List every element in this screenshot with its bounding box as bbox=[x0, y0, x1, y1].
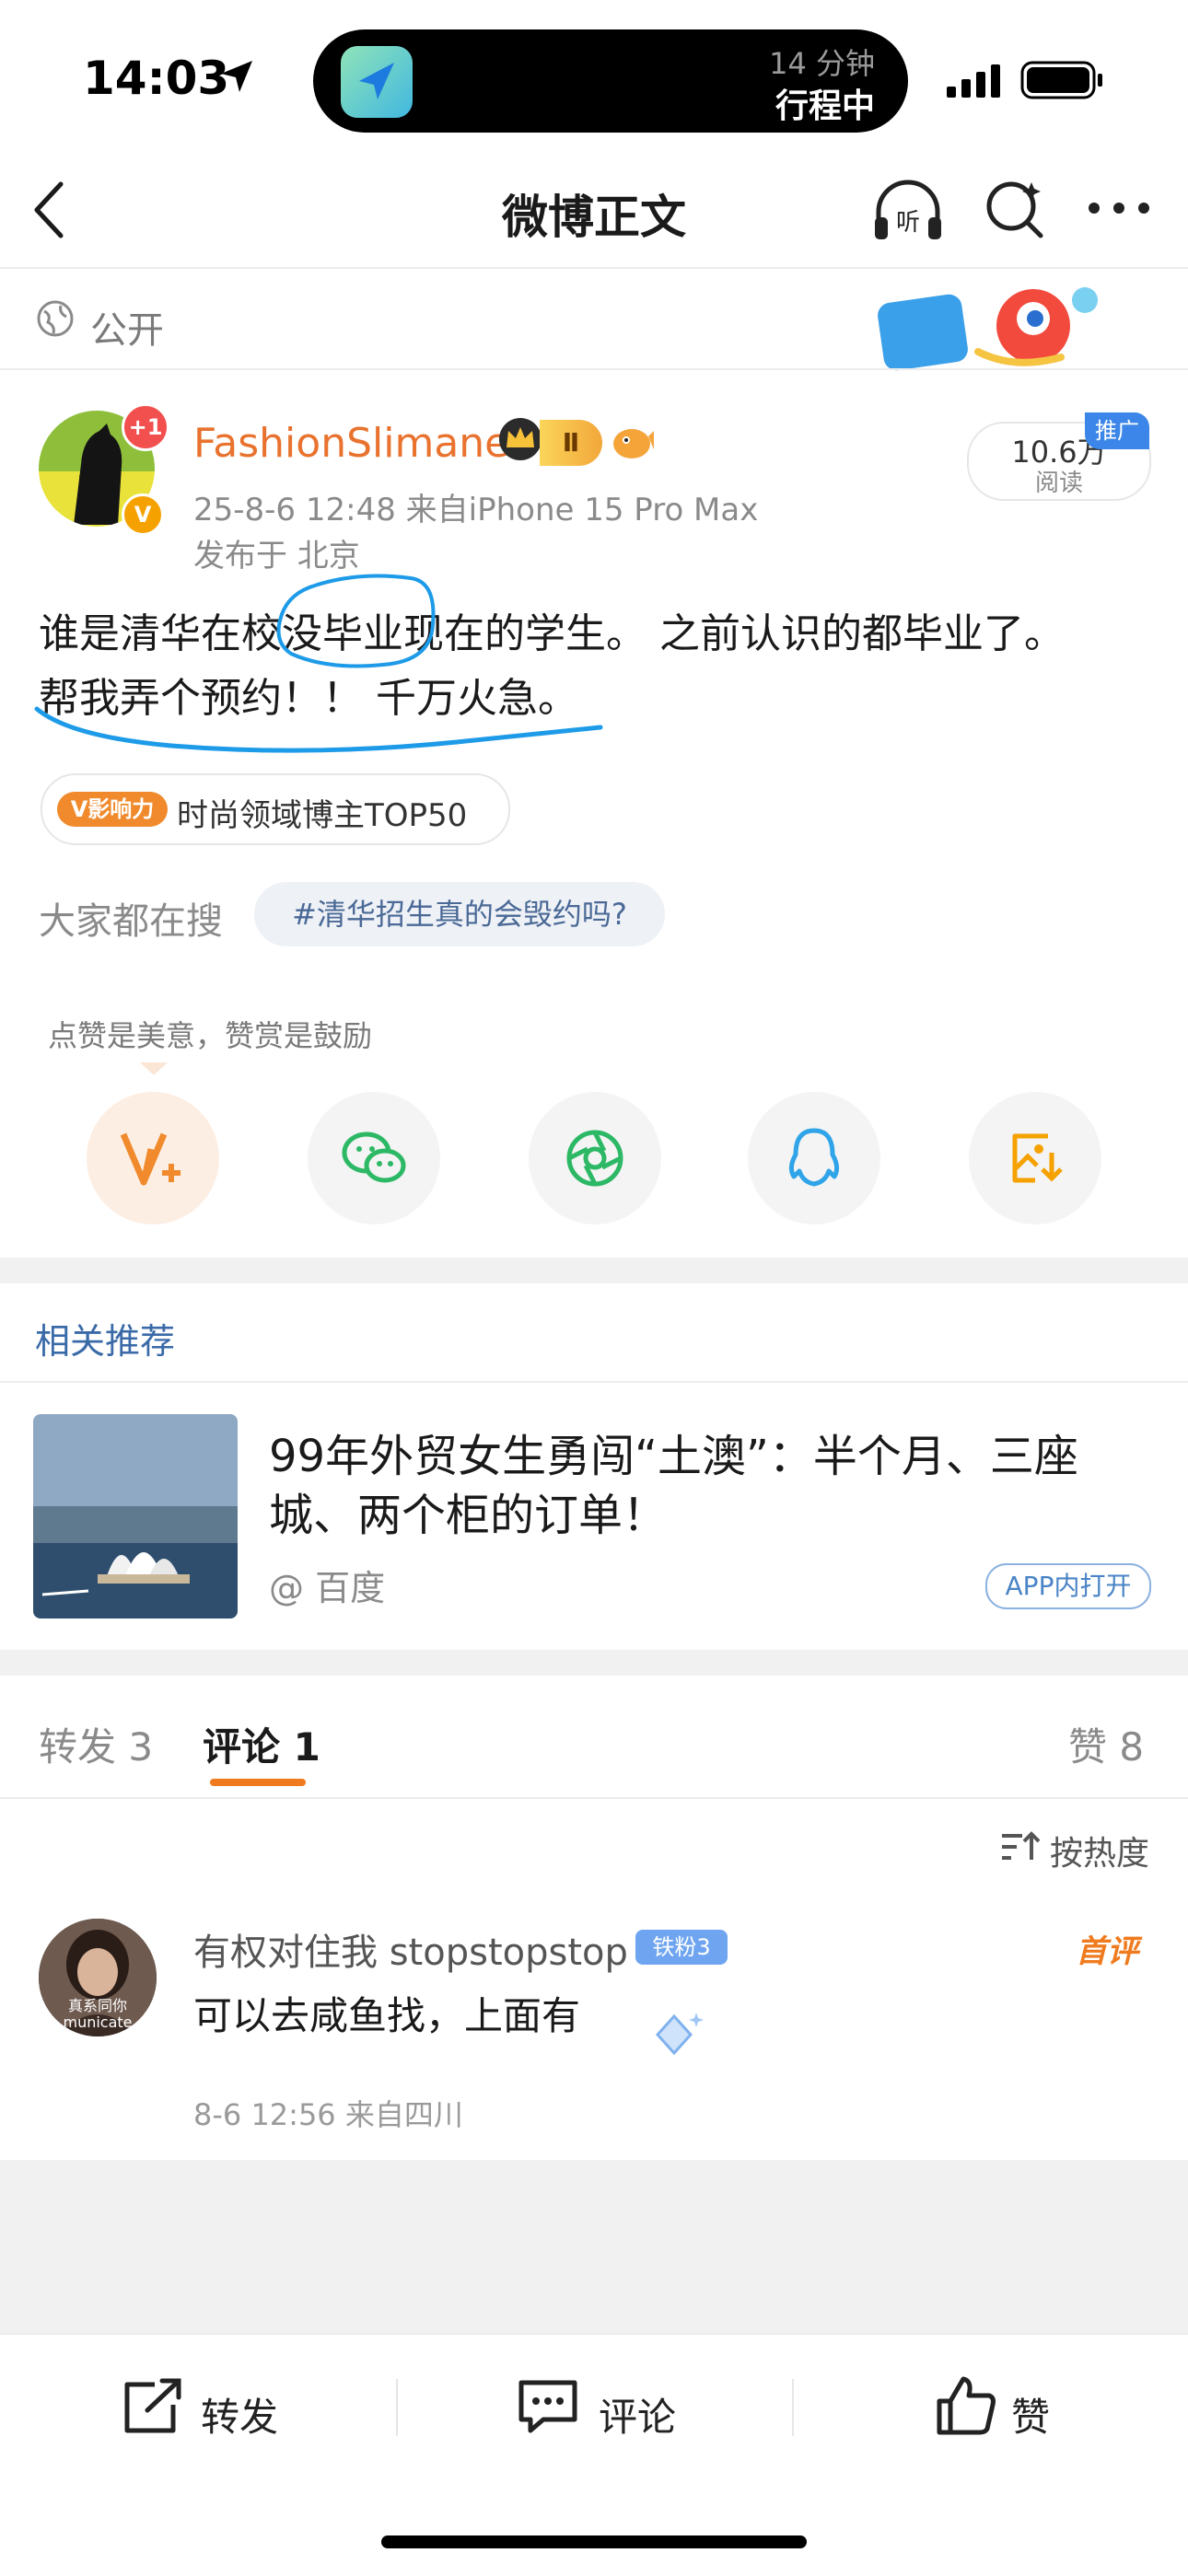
diamond-icon bbox=[645, 2009, 704, 2060]
commenter-avatar[interactable]: 真系同你 municate bbox=[39, 1919, 157, 2036]
visibility-divider bbox=[0, 368, 1188, 370]
island-line2: 行程中 bbox=[775, 87, 875, 125]
like-icon[interactable] bbox=[934, 2373, 998, 2438]
save-image-button[interactable] bbox=[969, 1092, 1101, 1224]
svg-text:municate: municate bbox=[63, 2013, 132, 2031]
related-label: 相关推荐 bbox=[35, 1321, 176, 1362]
share-wechat-button[interactable] bbox=[308, 1092, 440, 1224]
post-meta: 25-8-6 12:48 来自iPhone 15 Pro Max bbox=[193, 492, 759, 528]
battery-icon bbox=[1020, 59, 1105, 101]
share-icon[interactable] bbox=[122, 2377, 186, 2436]
level-badge: Ⅱ bbox=[540, 420, 602, 466]
section-gap-2 bbox=[0, 1650, 1188, 1676]
tab-reposts[interactable]: 转发 3 bbox=[39, 1716, 153, 1772]
action-separator-1 bbox=[396, 2379, 398, 2436]
annotation-circle bbox=[273, 569, 448, 679]
visibility-label: 公开 bbox=[90, 309, 164, 352]
verified-badge-icon: V bbox=[122, 493, 164, 536]
globe-icon bbox=[35, 298, 76, 339]
commenter-name[interactable]: 有权对住我 stopstopstop bbox=[193, 1922, 628, 1976]
reads-label: 阅读 bbox=[1034, 470, 1083, 497]
svg-text:真系同你: 真系同你 bbox=[68, 1997, 127, 2014]
influence-tag: V影响力 bbox=[57, 792, 168, 827]
location-arrow-icon bbox=[217, 57, 256, 96]
comment-meta: 8-6 12:56 来自四川 bbox=[193, 2097, 463, 2132]
avatar-notification-badge: +1 bbox=[122, 403, 169, 451]
tabs-divider bbox=[0, 1797, 1188, 1799]
promotion-tag: 推广 bbox=[1085, 412, 1149, 449]
related-source: @ 百度 bbox=[269, 1568, 386, 1608]
fan-badge: 铁粉3 bbox=[635, 1930, 728, 1965]
navigation-app-icon bbox=[341, 46, 413, 118]
comment-text: 可以去咸鱼找，上面有 bbox=[193, 1993, 581, 2038]
sort-icon[interactable] bbox=[1000, 1828, 1041, 1865]
active-tab-indicator bbox=[210, 1779, 306, 1786]
username[interactable]: FashionSlimane bbox=[193, 420, 509, 467]
tab-comments[interactable]: 评论 1 bbox=[203, 1716, 320, 1772]
status-time: 14:03 bbox=[83, 52, 230, 105]
trending-hashtag[interactable]: #清华招生真的会毁约吗? bbox=[254, 882, 665, 946]
repost-label[interactable]: 转发 bbox=[201, 2386, 278, 2443]
listen-icon[interactable]: 听 bbox=[869, 175, 947, 245]
more-icon[interactable] bbox=[1087, 197, 1151, 219]
like-label[interactable]: 赞 bbox=[1011, 2386, 1050, 2443]
pet-icon bbox=[610, 422, 656, 462]
annotation-underline bbox=[33, 700, 623, 764]
section-gap bbox=[0, 1258, 1188, 1283]
island-line1: 14 分钟 bbox=[769, 46, 875, 81]
share-moments-button[interactable] bbox=[529, 1092, 661, 1224]
comment-label[interactable]: 评论 bbox=[599, 2386, 676, 2443]
action-separator-2 bbox=[792, 2379, 794, 2436]
related-thumbnail[interactable] bbox=[33, 1414, 238, 1619]
svg-text:听: 听 bbox=[896, 209, 920, 237]
signal-icon bbox=[947, 63, 1006, 99]
crown-icon bbox=[497, 416, 543, 462]
related-divider bbox=[0, 1381, 1188, 1383]
influence-text: 时尚领域博主TOP50 bbox=[177, 797, 468, 834]
open-in-app-button[interactable]: APP内打开 bbox=[985, 1563, 1151, 1609]
tab-likes[interactable]: 赞 8 bbox=[1068, 1716, 1144, 1772]
share-qq-button[interactable] bbox=[748, 1092, 880, 1224]
search-icon[interactable] bbox=[982, 177, 1048, 243]
reward-button[interactable] bbox=[87, 1092, 219, 1224]
event-banner-sticker[interactable] bbox=[877, 274, 1105, 377]
trending-search-label: 大家都在搜 bbox=[39, 900, 223, 943]
nav-divider bbox=[0, 267, 1188, 269]
related-title[interactable]: 99年外贸女生勇闯“土澳”：半个月、三座城、两个柜的订单！ bbox=[269, 1427, 1153, 1545]
first-comment-badge: 首评 bbox=[1076, 1933, 1138, 1970]
post-text-line1: 谁是清华在校没毕业现在的学生。 之前认识的都毕业了。 bbox=[39, 610, 1065, 657]
comment-icon[interactable] bbox=[516, 2377, 580, 2436]
empty-area bbox=[0, 2160, 1188, 2335]
tip-arrow bbox=[140, 1062, 168, 1077]
sort-label[interactable]: 按热度 bbox=[1050, 1827, 1149, 1874]
home-indicator[interactable] bbox=[381, 2535, 807, 2548]
reward-tip: 点赞是美意，赞赏是鼓励 bbox=[48, 1018, 373, 1053]
